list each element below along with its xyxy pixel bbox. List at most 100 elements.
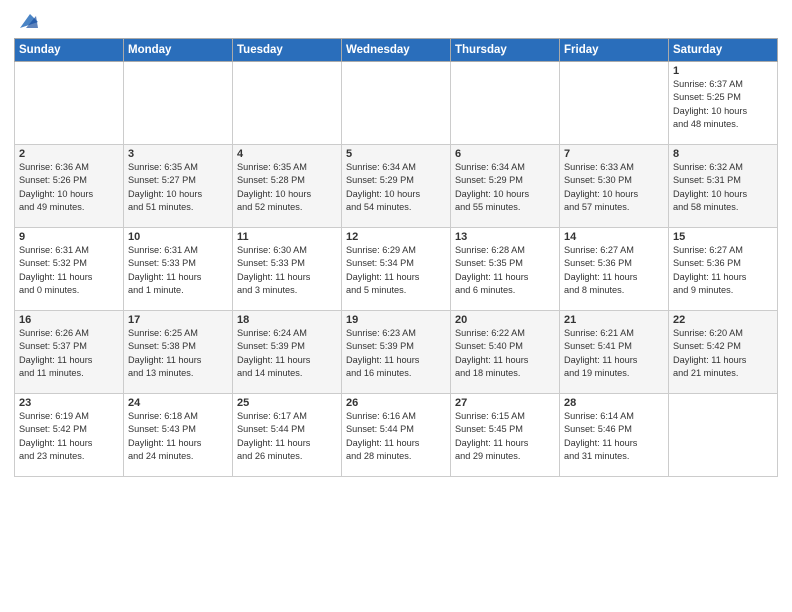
day-info: Sunrise: 6:14 AM Sunset: 5:46 PM Dayligh… — [564, 410, 664, 463]
calendar-cell: 27Sunrise: 6:15 AM Sunset: 5:45 PM Dayli… — [451, 394, 560, 477]
calendar-cell: 6Sunrise: 6:34 AM Sunset: 5:29 PM Daylig… — [451, 145, 560, 228]
weekday-header-row: SundayMondayTuesdayWednesdayThursdayFrid… — [15, 39, 778, 62]
calendar-cell: 17Sunrise: 6:25 AM Sunset: 5:38 PM Dayli… — [124, 311, 233, 394]
day-info: Sunrise: 6:34 AM Sunset: 5:29 PM Dayligh… — [455, 161, 555, 214]
day-info: Sunrise: 6:22 AM Sunset: 5:40 PM Dayligh… — [455, 327, 555, 380]
calendar-cell: 3Sunrise: 6:35 AM Sunset: 5:27 PM Daylig… — [124, 145, 233, 228]
day-number: 17 — [128, 314, 228, 326]
calendar-cell: 22Sunrise: 6:20 AM Sunset: 5:42 PM Dayli… — [669, 311, 778, 394]
day-info: Sunrise: 6:35 AM Sunset: 5:27 PM Dayligh… — [128, 161, 228, 214]
day-number: 21 — [564, 314, 664, 326]
weekday-header-friday: Friday — [560, 39, 669, 62]
day-info: Sunrise: 6:33 AM Sunset: 5:30 PM Dayligh… — [564, 161, 664, 214]
day-number: 23 — [19, 397, 119, 409]
day-info: Sunrise: 6:20 AM Sunset: 5:42 PM Dayligh… — [673, 327, 773, 380]
day-info: Sunrise: 6:26 AM Sunset: 5:37 PM Dayligh… — [19, 327, 119, 380]
calendar-cell: 28Sunrise: 6:14 AM Sunset: 5:46 PM Dayli… — [560, 394, 669, 477]
day-info: Sunrise: 6:16 AM Sunset: 5:44 PM Dayligh… — [346, 410, 446, 463]
calendar-cell: 16Sunrise: 6:26 AM Sunset: 5:37 PM Dayli… — [15, 311, 124, 394]
day-number: 1 — [673, 65, 773, 77]
day-number: 26 — [346, 397, 446, 409]
day-number: 22 — [673, 314, 773, 326]
weekday-header-saturday: Saturday — [669, 39, 778, 62]
day-info: Sunrise: 6:30 AM Sunset: 5:33 PM Dayligh… — [237, 244, 337, 297]
day-info: Sunrise: 6:18 AM Sunset: 5:43 PM Dayligh… — [128, 410, 228, 463]
weekday-header-wednesday: Wednesday — [342, 39, 451, 62]
week-row-2: 9Sunrise: 6:31 AM Sunset: 5:32 PM Daylig… — [15, 228, 778, 311]
day-number: 3 — [128, 148, 228, 160]
day-info: Sunrise: 6:29 AM Sunset: 5:34 PM Dayligh… — [346, 244, 446, 297]
day-number: 27 — [455, 397, 555, 409]
weekday-header-sunday: Sunday — [15, 39, 124, 62]
weekday-header-thursday: Thursday — [451, 39, 560, 62]
day-number: 5 — [346, 148, 446, 160]
calendar-cell: 25Sunrise: 6:17 AM Sunset: 5:44 PM Dayli… — [233, 394, 342, 477]
day-info: Sunrise: 6:31 AM Sunset: 5:32 PM Dayligh… — [19, 244, 119, 297]
calendar-cell — [451, 62, 560, 145]
day-info: Sunrise: 6:35 AM Sunset: 5:28 PM Dayligh… — [237, 161, 337, 214]
day-number: 9 — [19, 231, 119, 243]
calendar-cell: 8Sunrise: 6:32 AM Sunset: 5:31 PM Daylig… — [669, 145, 778, 228]
page: SundayMondayTuesdayWednesdayThursdayFrid… — [0, 0, 792, 612]
day-number: 12 — [346, 231, 446, 243]
day-info: Sunrise: 6:24 AM Sunset: 5:39 PM Dayligh… — [237, 327, 337, 380]
calendar-cell: 20Sunrise: 6:22 AM Sunset: 5:40 PM Dayli… — [451, 311, 560, 394]
calendar-cell — [233, 62, 342, 145]
day-info: Sunrise: 6:27 AM Sunset: 5:36 PM Dayligh… — [564, 244, 664, 297]
calendar-cell — [124, 62, 233, 145]
day-number: 24 — [128, 397, 228, 409]
calendar-cell: 5Sunrise: 6:34 AM Sunset: 5:29 PM Daylig… — [342, 145, 451, 228]
day-number: 16 — [19, 314, 119, 326]
week-row-1: 2Sunrise: 6:36 AM Sunset: 5:26 PM Daylig… — [15, 145, 778, 228]
calendar-cell: 21Sunrise: 6:21 AM Sunset: 5:41 PM Dayli… — [560, 311, 669, 394]
calendar-cell: 13Sunrise: 6:28 AM Sunset: 5:35 PM Dayli… — [451, 228, 560, 311]
day-info: Sunrise: 6:15 AM Sunset: 5:45 PM Dayligh… — [455, 410, 555, 463]
calendar-cell: 23Sunrise: 6:19 AM Sunset: 5:42 PM Dayli… — [15, 394, 124, 477]
week-row-4: 23Sunrise: 6:19 AM Sunset: 5:42 PM Dayli… — [15, 394, 778, 477]
day-number: 19 — [346, 314, 446, 326]
week-row-0: 1Sunrise: 6:37 AM Sunset: 5:25 PM Daylig… — [15, 62, 778, 145]
day-number: 15 — [673, 231, 773, 243]
calendar-cell — [560, 62, 669, 145]
day-info: Sunrise: 6:36 AM Sunset: 5:26 PM Dayligh… — [19, 161, 119, 214]
logo — [14, 14, 38, 32]
calendar: SundayMondayTuesdayWednesdayThursdayFrid… — [14, 38, 778, 477]
calendar-cell: 19Sunrise: 6:23 AM Sunset: 5:39 PM Dayli… — [342, 311, 451, 394]
day-info: Sunrise: 6:23 AM Sunset: 5:39 PM Dayligh… — [346, 327, 446, 380]
day-number: 14 — [564, 231, 664, 243]
day-info: Sunrise: 6:21 AM Sunset: 5:41 PM Dayligh… — [564, 327, 664, 380]
day-info: Sunrise: 6:19 AM Sunset: 5:42 PM Dayligh… — [19, 410, 119, 463]
week-row-3: 16Sunrise: 6:26 AM Sunset: 5:37 PM Dayli… — [15, 311, 778, 394]
day-number: 4 — [237, 148, 337, 160]
weekday-header-tuesday: Tuesday — [233, 39, 342, 62]
calendar-cell: 14Sunrise: 6:27 AM Sunset: 5:36 PM Dayli… — [560, 228, 669, 311]
day-number: 11 — [237, 231, 337, 243]
day-number: 18 — [237, 314, 337, 326]
day-info: Sunrise: 6:37 AM Sunset: 5:25 PM Dayligh… — [673, 78, 773, 131]
calendar-cell: 1Sunrise: 6:37 AM Sunset: 5:25 PM Daylig… — [669, 62, 778, 145]
calendar-cell: 24Sunrise: 6:18 AM Sunset: 5:43 PM Dayli… — [124, 394, 233, 477]
day-number: 20 — [455, 314, 555, 326]
calendar-cell: 11Sunrise: 6:30 AM Sunset: 5:33 PM Dayli… — [233, 228, 342, 311]
calendar-cell: 9Sunrise: 6:31 AM Sunset: 5:32 PM Daylig… — [15, 228, 124, 311]
calendar-cell — [669, 394, 778, 477]
calendar-cell: 26Sunrise: 6:16 AM Sunset: 5:44 PM Dayli… — [342, 394, 451, 477]
calendar-cell: 4Sunrise: 6:35 AM Sunset: 5:28 PM Daylig… — [233, 145, 342, 228]
calendar-cell: 18Sunrise: 6:24 AM Sunset: 5:39 PM Dayli… — [233, 311, 342, 394]
weekday-header-monday: Monday — [124, 39, 233, 62]
day-number: 13 — [455, 231, 555, 243]
calendar-cell — [342, 62, 451, 145]
calendar-cell: 7Sunrise: 6:33 AM Sunset: 5:30 PM Daylig… — [560, 145, 669, 228]
header — [14, 10, 778, 32]
day-info: Sunrise: 6:27 AM Sunset: 5:36 PM Dayligh… — [673, 244, 773, 297]
day-info: Sunrise: 6:31 AM Sunset: 5:33 PM Dayligh… — [128, 244, 228, 297]
day-number: 10 — [128, 231, 228, 243]
day-number: 7 — [564, 148, 664, 160]
day-info: Sunrise: 6:34 AM Sunset: 5:29 PM Dayligh… — [346, 161, 446, 214]
day-number: 2 — [19, 148, 119, 160]
day-number: 6 — [455, 148, 555, 160]
calendar-cell: 15Sunrise: 6:27 AM Sunset: 5:36 PM Dayli… — [669, 228, 778, 311]
calendar-cell — [15, 62, 124, 145]
day-info: Sunrise: 6:17 AM Sunset: 5:44 PM Dayligh… — [237, 410, 337, 463]
day-number: 28 — [564, 397, 664, 409]
